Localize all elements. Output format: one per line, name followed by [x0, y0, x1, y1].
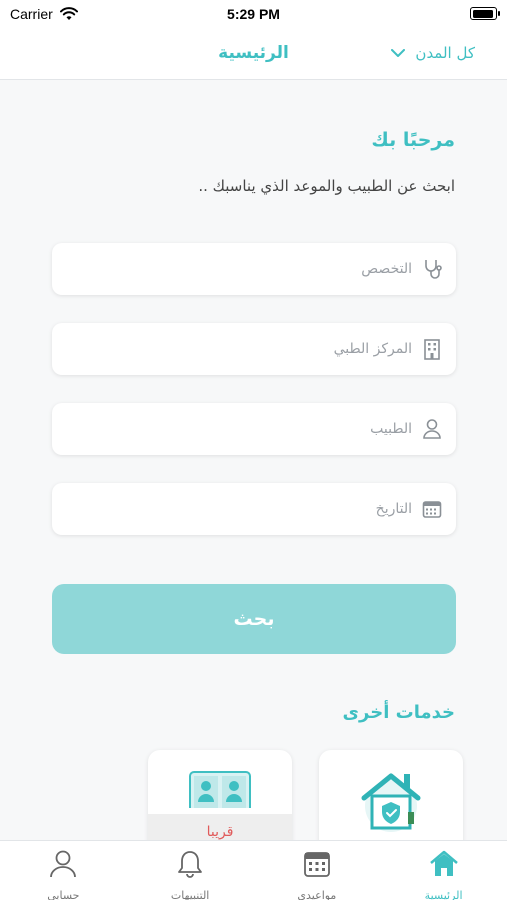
welcome-subtitle: ابحث عن الطبيب والموعد الذي يناسبك .. — [198, 177, 455, 195]
medical-center-field[interactable]: المركز الطبي — [52, 323, 456, 375]
doctor-placeholder: الطبيب — [370, 421, 412, 437]
city-filter-label: كل المدن — [415, 44, 475, 62]
battery-icon — [470, 7, 500, 20]
specialty-field[interactable]: التخصص — [52, 243, 456, 295]
main-content: مرحبًا بك ابحث عن الطبيب والموعد الذي ين… — [0, 81, 507, 850]
medical-center-placeholder: المركز الطبي — [333, 341, 412, 357]
user-icon — [420, 417, 444, 441]
search-button[interactable]: بحث — [52, 584, 456, 654]
tab-home[interactable]: الرئيسية — [380, 841, 507, 900]
calendar-icon — [420, 497, 444, 521]
video-consult-icon — [188, 768, 252, 813]
bell-icon — [177, 849, 203, 883]
building-icon — [420, 337, 444, 361]
home-care-service-card[interactable] — [319, 750, 463, 850]
doctor-field[interactable]: الطبيب — [52, 403, 456, 455]
tab-label: الرئيسية — [424, 889, 463, 900]
date-field[interactable]: التاريخ — [52, 483, 456, 535]
city-filter-dropdown[interactable]: كل المدن — [391, 44, 475, 62]
tab-notifications[interactable]: التنبيهات — [127, 841, 254, 900]
tab-appointments[interactable]: مواعيدي — [254, 841, 381, 900]
chevron-down-icon — [391, 48, 406, 58]
tab-label: مواعيدي — [297, 889, 337, 900]
bottom-tab-bar: حسابي التنبيهات مواعيدي الرئيسية — [0, 840, 507, 900]
calendar-icon — [303, 849, 331, 883]
other-services-title: خدمات أخرى — [342, 702, 455, 723]
video-consult-service-card[interactable]: قريبا — [148, 750, 292, 850]
home-icon — [429, 849, 459, 883]
clock: 5:29 PM — [227, 6, 280, 22]
home-care-icon — [356, 768, 426, 836]
tab-label: حسابي — [47, 889, 80, 900]
status-bar: Carrier 5:29 PM — [0, 0, 507, 30]
specialty-placeholder: التخصص — [361, 261, 412, 277]
tab-label: التنبيهات — [170, 889, 210, 900]
tab-account[interactable]: حسابي — [0, 841, 127, 900]
stethoscope-icon — [420, 257, 444, 281]
user-icon — [49, 849, 77, 883]
welcome-title: مرحبًا بك — [371, 129, 455, 151]
navigation-bar: الرئيسية كل المدن — [0, 30, 507, 80]
date-placeholder: التاريخ — [375, 501, 412, 517]
